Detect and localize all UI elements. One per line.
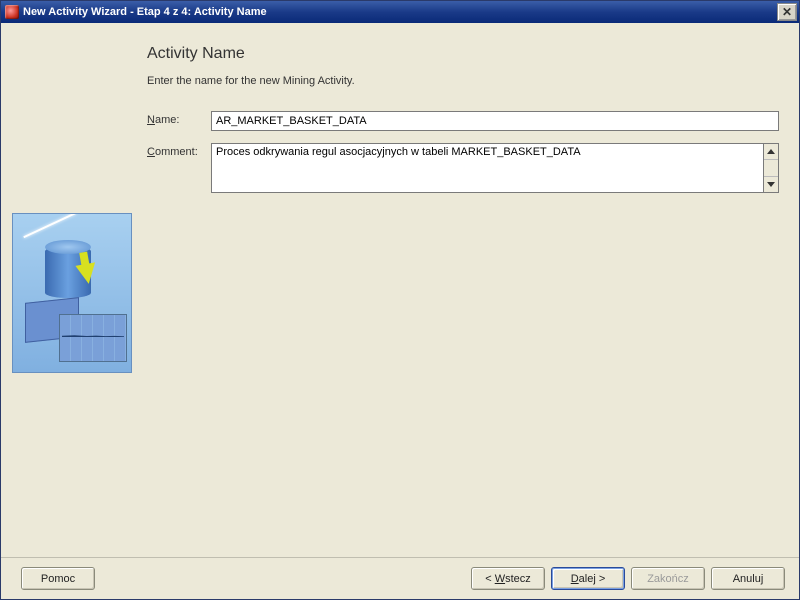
chevron-up-icon — [767, 149, 775, 154]
content-area: Activity Name Enter the name for the new… — [1, 23, 799, 557]
close-button[interactable]: ✕ — [777, 3, 797, 21]
scroll-up-button[interactable] — [764, 144, 778, 160]
comment-label: Comment: — [147, 143, 211, 158]
name-input[interactable] — [211, 111, 779, 131]
titlebar: New Activity Wizard - Etap 4 z 4: Activi… — [1, 1, 799, 23]
footer: Pomoc < Wstecz Dalej > Zakończ Anuluj — [1, 557, 799, 599]
help-button[interactable]: Pomoc — [21, 567, 95, 590]
wizard-graphic — [12, 213, 132, 373]
cancel-button[interactable]: Anuluj — [711, 567, 785, 590]
comment-textarea[interactable] — [211, 143, 763, 193]
app-icon — [5, 5, 19, 19]
scroll-down-button[interactable] — [764, 176, 778, 192]
name-label: Name: — [147, 111, 211, 126]
chevron-down-icon — [767, 182, 775, 187]
window-title: New Activity Wizard - Etap 4 z 4: Activi… — [23, 6, 267, 18]
row-comment: Comment: — [147, 143, 779, 193]
instruction-text: Enter the name for the new Mining Activi… — [147, 75, 779, 87]
comment-scrollbar — [763, 143, 779, 193]
close-icon: ✕ — [782, 5, 792, 19]
sidebar — [1, 23, 141, 557]
main-panel: Activity Name Enter the name for the new… — [141, 23, 799, 557]
page-title: Activity Name — [147, 45, 779, 63]
row-name: Name: — [147, 111, 779, 131]
next-button[interactable]: Dalej > — [551, 567, 625, 590]
back-button[interactable]: < Wstecz — [471, 567, 545, 590]
finish-button: Zakończ — [631, 567, 705, 590]
